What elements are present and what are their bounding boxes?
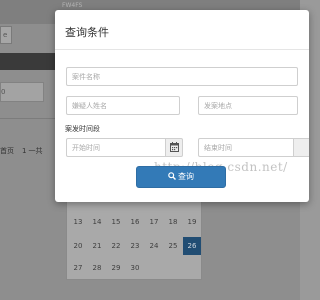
calendar-day[interactable]: 23 <box>126 237 144 255</box>
calendar-week-row: 20 21 22 23 24 25 26 <box>67 237 203 255</box>
background-left-box-label: e <box>3 31 8 39</box>
calendar-week-row: 27 28 29 30 <box>67 259 203 277</box>
pager-first-page: 首页 <box>0 147 14 155</box>
start-time-input[interactable]: 开始时间 <box>66 138 166 157</box>
search-icon <box>168 168 176 180</box>
start-calendar-button[interactable] <box>165 138 183 157</box>
calendar-day[interactable]: 20 <box>69 237 87 255</box>
time-range-label: 案发时间段 <box>65 125 100 133</box>
search-button-label: 查询 <box>178 172 194 181</box>
calendar-day[interactable]: 21 <box>88 237 106 255</box>
calendar-day[interactable]: 22 <box>107 237 125 255</box>
calendar-icon-svg <box>170 142 179 152</box>
incident-place-placeholder: 发案地点 <box>204 102 232 110</box>
end-calendar-button[interactable] <box>293 138 309 157</box>
end-time-input[interactable]: 结束时间 <box>198 138 294 157</box>
calendar-day[interactable]: 30 <box>126 259 144 277</box>
calendar-day[interactable]: 15 <box>107 213 125 231</box>
calendar-day[interactable]: 24 <box>145 237 163 255</box>
suspect-name-input[interactable]: 嫌疑人姓名 <box>66 96 180 115</box>
case-name-placeholder: 案件名称 <box>72 73 100 81</box>
calendar-day[interactable]: 25 <box>164 237 182 255</box>
background-left-input: 0 <box>0 82 44 102</box>
calendar-day[interactable]: 19 <box>183 213 201 231</box>
pager-total: 一共 <box>28 147 43 155</box>
search-button[interactable]: 查询 <box>136 166 226 188</box>
start-time-placeholder: 开始时间 <box>72 144 100 152</box>
modal-header-divider <box>55 49 309 50</box>
calendar-day-selected[interactable]: 26 <box>183 237 201 255</box>
suspect-name-placeholder: 嫌疑人姓名 <box>72 102 107 110</box>
background-left-box: e <box>0 26 12 44</box>
calendar-day[interactable]: 13 <box>69 213 87 231</box>
query-conditions-modal: 查询条件 案件名称 嫌疑人姓名 发案地点 案发时间段 开始时间 结束时间 查询 <box>55 10 309 202</box>
calendar-day[interactable]: 27 <box>69 259 87 277</box>
calendar-day[interactable]: 17 <box>145 213 163 231</box>
case-name-input[interactable]: 案件名称 <box>66 67 298 86</box>
calendar-day[interactable]: 16 <box>126 213 144 231</box>
calendar-day[interactable]: 29 <box>107 259 125 277</box>
modal-title: 查询条件 <box>65 26 109 39</box>
calendar-day[interactable]: 28 <box>88 259 106 277</box>
background-divider <box>0 118 56 119</box>
background-topbar-text: FW4FS <box>62 2 83 9</box>
background-pager: 首页 1 一共 <box>0 146 42 156</box>
pager-separator: 1 <box>22 147 27 155</box>
background-left-input-value: 0 <box>1 88 6 96</box>
calendar-day[interactable]: 14 <box>88 213 106 231</box>
calendar-week-row: 13 14 15 16 17 18 19 <box>67 213 203 231</box>
end-time-placeholder: 结束时间 <box>204 144 232 152</box>
calendar-day[interactable]: 18 <box>164 213 182 231</box>
calendar-icon <box>170 142 179 155</box>
search-icon-svg <box>168 172 176 180</box>
incident-place-input[interactable]: 发案地点 <box>198 96 298 115</box>
